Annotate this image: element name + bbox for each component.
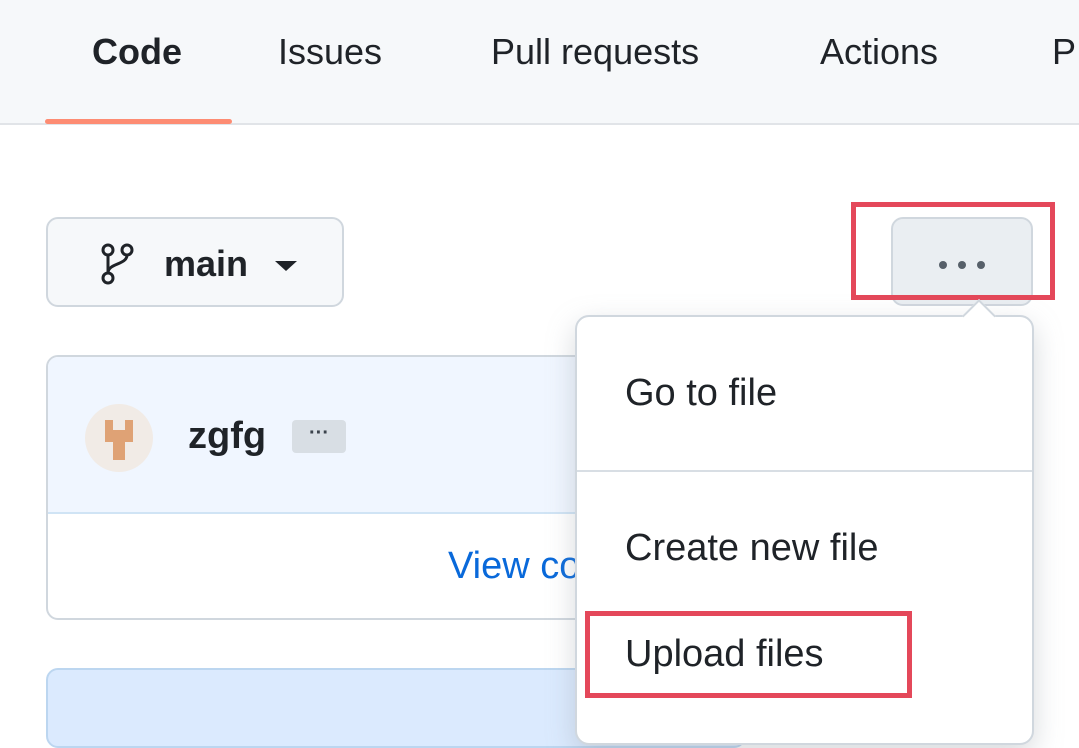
tab-actions[interactable]: Actions (820, 28, 938, 76)
menu-divider (577, 470, 1032, 472)
identicon-icon (105, 420, 133, 460)
branch-name: main (164, 243, 249, 284)
view-code-link[interactable]: View co (448, 542, 580, 590)
avatar[interactable] (85, 404, 153, 472)
tab-pull-requests[interactable]: Pull requests (491, 28, 699, 76)
menu-item-create-new-file[interactable]: Create new file (625, 524, 878, 572)
tab-code[interactable]: Code (92, 28, 182, 76)
tab-projects-truncated[interactable]: P (1052, 28, 1076, 76)
commit-header: zgfg ··· (48, 357, 644, 514)
add-file-dropdown-menu: Go to file Create new file Upload files (575, 299, 1034, 745)
more-options-button[interactable] (891, 217, 1033, 306)
branch-selector-button[interactable]: main (46, 217, 344, 307)
menu-item-go-to-file[interactable]: Go to file (625, 369, 777, 417)
tab-issues[interactable]: Issues (278, 28, 382, 76)
commit-author[interactable]: zgfg (188, 413, 266, 459)
repo-tab-bar: Code Issues Pull requests Actions P (0, 0, 1079, 125)
menu-item-upload-files[interactable]: Upload files (625, 630, 824, 678)
git-branch-icon (101, 243, 134, 285)
commit-message-expander[interactable]: ··· (292, 420, 346, 453)
chevron-down-icon (275, 261, 297, 271)
latest-commit-card: zgfg ··· View co (46, 355, 646, 620)
active-tab-underline (45, 119, 232, 124)
